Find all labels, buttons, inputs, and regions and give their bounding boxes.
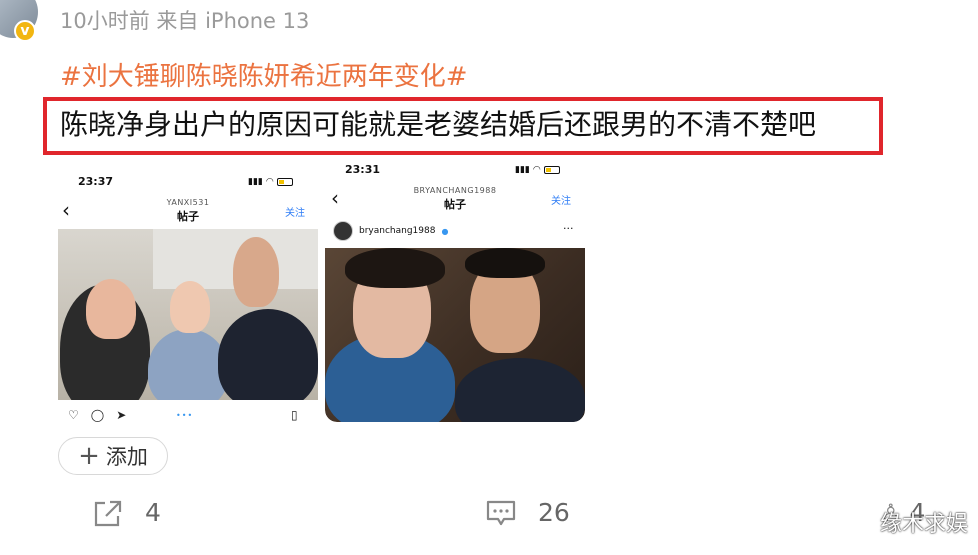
share-count: 4 [145, 498, 161, 527]
status-time: 23:37 [78, 175, 114, 188]
signal-icon: ▮▮▮ [515, 165, 530, 175]
account-name: BRYANCHANG1988 [413, 186, 497, 195]
bookmark-icon[interactable]: ▯ [291, 408, 298, 422]
status-time: 23:31 [345, 163, 381, 176]
post-caption: 陈晓净身出户的原因可能就是老婆结婚后还跟男的不清不楚吧 [60, 108, 817, 141]
page-title: 帖子 [177, 210, 199, 223]
carousel-dots: ••• [176, 411, 194, 420]
back-icon[interactable]: ‹ [62, 200, 70, 220]
signal-icon: ▮▮▮ [248, 177, 263, 187]
battery-icon [276, 178, 293, 186]
follow-button[interactable]: 关注 [551, 192, 571, 207]
verified-badge-icon: v [14, 20, 36, 42]
share-stat[interactable]: 4 [93, 498, 161, 527]
user-avatar[interactable] [333, 221, 353, 241]
status-icons: ▮▮▮ ◠ [515, 165, 560, 175]
post-meta: 10小时前 来自 iPhone 13 [60, 9, 310, 33]
more-options-icon[interactable]: ··· [563, 222, 574, 235]
share-icon [94, 500, 122, 526]
follow-button[interactable]: 关注 [285, 204, 305, 219]
wifi-icon: ◠ [532, 165, 541, 175]
add-button[interactable]: + 添加 [58, 437, 168, 475]
post-user-row[interactable]: bryanchang1988 ● [333, 221, 448, 241]
embedded-screenshot-1[interactable]: 23:37 ▮▮▮ ◠ ‹ YANXI531 帖子 关注 ♡ ◯ ➤ ••• ▯ [58, 168, 318, 424]
comment-bubble-icon[interactable]: ◯ [91, 408, 104, 422]
embedded-screenshot-2[interactable]: 23:31 ▮▮▮ ◠ ‹ BRYANCHANG1988 帖子 关注 bryan… [325, 158, 585, 422]
post-actions: ♡ ◯ ➤ [68, 408, 126, 422]
add-button-label: 添加 [105, 445, 148, 469]
status-icons: ▮▮▮ ◠ [248, 177, 293, 187]
post-photo [58, 229, 318, 400]
comment-stat[interactable]: 26 [486, 498, 570, 527]
post-photo [325, 248, 585, 422]
verified-icon: ● [441, 226, 449, 236]
page-title: 帖子 [444, 198, 466, 211]
battery-icon [543, 166, 560, 174]
account-name: YANXI531 [166, 198, 210, 207]
comment-icon [486, 500, 516, 525]
hashtag-link[interactable]: #刘大锤聊陈晓陈妍希近两年变化# [60, 56, 468, 93]
username[interactable]: bryanchang1988 [359, 226, 435, 236]
comment-count: 26 [538, 498, 570, 527]
send-icon[interactable]: ➤ [116, 408, 126, 422]
plus-icon: + [78, 441, 100, 471]
back-icon[interactable]: ‹ [331, 188, 339, 208]
watermark: 缘木求娱 [879, 512, 968, 537]
heart-icon[interactable]: ♡ [68, 408, 79, 422]
wifi-icon: ◠ [265, 177, 274, 187]
